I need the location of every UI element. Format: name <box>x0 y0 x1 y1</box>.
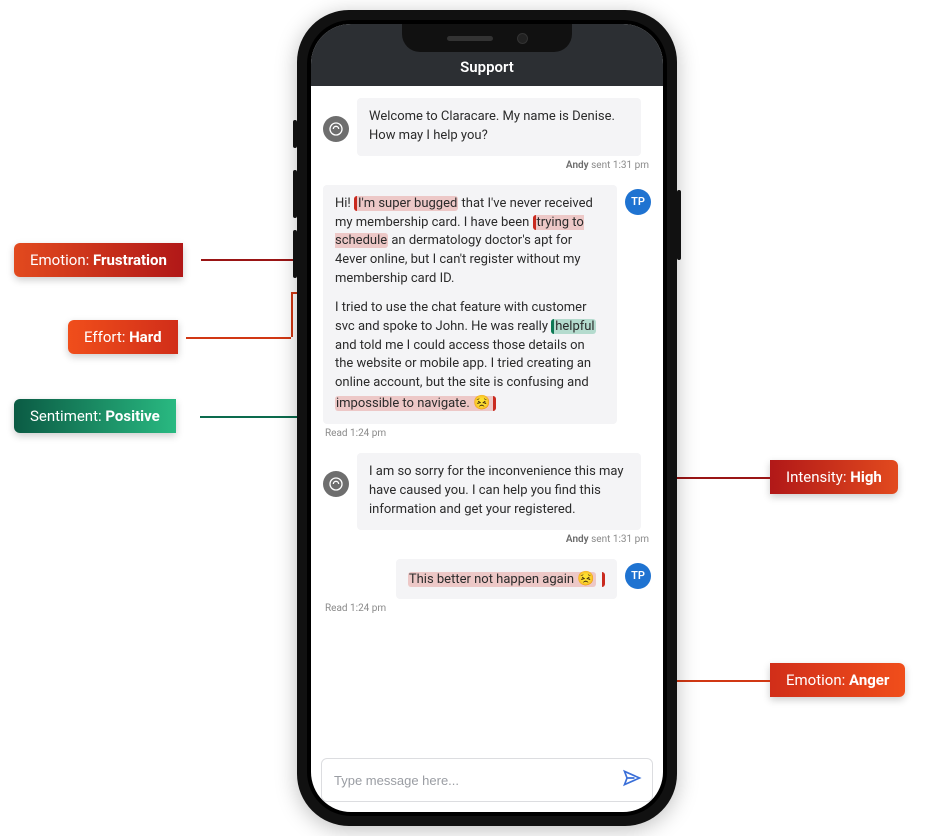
callout-value: Positive <box>105 407 159 425</box>
callout-label: Sentiment: <box>30 407 105 425</box>
emoji-frown-icon: 😣 <box>470 395 491 411</box>
message-row-user: This better not happen again 😣 TP <box>323 559 651 600</box>
avatar-user: TP <box>625 563 651 589</box>
phone-notch <box>402 24 572 52</box>
message-meta: Read 1:24 pm <box>325 428 649 439</box>
message-bubble: This better not happen again 😣 <box>396 559 617 600</box>
message-meta: Andy sent 1:31 pm <box>325 534 649 545</box>
avatar-initials: TP <box>631 569 645 582</box>
highlight-frustration: I'm super bugged <box>354 196 458 211</box>
callout-label: Intensity: <box>786 468 850 486</box>
send-icon <box>622 768 642 788</box>
send-button[interactable] <box>622 768 642 792</box>
page-title: Support <box>460 58 514 76</box>
text-fragment: and told me I could access those details… <box>335 338 591 391</box>
composer <box>321 758 653 802</box>
callout-label: Emotion: <box>30 251 93 269</box>
highlight-intensity: impossible to navigate. 😣 <box>335 396 496 411</box>
connector-line <box>291 292 293 337</box>
meta-sender: Andy <box>566 534 589 545</box>
camera-icon <box>517 33 528 44</box>
phone-frame: Support Welcome to Claracare. My name is… <box>297 10 677 826</box>
message-bubble: I am so sorry for the inconvenience this… <box>357 453 641 530</box>
message-bubble: Hi! I'm super bugged that I've never rec… <box>323 185 617 424</box>
meta-time: sent 1:31 pm <box>589 160 649 171</box>
callout-label: Emotion: <box>786 671 849 689</box>
avatar-agent <box>323 116 349 142</box>
text-fragment: impossible to navigate. <box>336 396 470 411</box>
message-meta: Read 1:24 pm <box>325 603 649 614</box>
callout-emotion-frustration: Emotion: Frustration <box>14 243 183 277</box>
callout-label: Effort: <box>84 328 129 346</box>
text-fragment: This better not happen again <box>409 572 577 587</box>
callout-intensity-high: Intensity: High <box>770 460 898 494</box>
meta-time: sent 1:31 pm <box>589 534 649 545</box>
phone-side-button <box>293 120 297 148</box>
message-text: Welcome to Claracare. My name is Denise.… <box>369 109 615 143</box>
callout-value: High <box>850 468 882 486</box>
phone-side-button <box>677 190 681 260</box>
message-input[interactable] <box>332 772 614 789</box>
phone-side-button <box>293 170 297 218</box>
callout-value: Anger <box>849 671 889 689</box>
callout-sentiment-positive: Sentiment: Positive <box>14 399 176 433</box>
connector-line <box>186 337 291 339</box>
highlight-anger-bar <box>596 572 605 587</box>
headset-icon <box>328 121 344 137</box>
message-row-agent: I am so sorry for the inconvenience this… <box>323 453 651 530</box>
avatar-user: TP <box>625 189 651 215</box>
avatar-initials: TP <box>631 195 645 208</box>
headset-icon <box>328 476 344 492</box>
message-bubble: Welcome to Claracare. My name is Denise.… <box>357 98 641 156</box>
avatar-agent <box>323 471 349 497</box>
phone-side-button <box>293 230 297 278</box>
message-meta: Andy sent 1:31 pm <box>325 160 649 171</box>
speaker-icon <box>447 36 493 41</box>
chat-scroll[interactable]: Welcome to Claracare. My name is Denise.… <box>311 86 663 748</box>
highlight-anger: This better not happen again 😣 <box>408 572 596 587</box>
message-row-agent: Welcome to Claracare. My name is Denise.… <box>323 98 651 156</box>
message-text: I am so sorry for the inconvenience this… <box>369 464 624 517</box>
phone-screen: Support Welcome to Claracare. My name is… <box>311 24 663 812</box>
callout-effort-hard: Effort: Hard <box>68 320 178 354</box>
text-fragment: Hi! <box>335 196 354 211</box>
highlight-positive: helpful <box>551 319 595 334</box>
text-fragment: I tried to use the chat feature with cus… <box>335 300 586 334</box>
callout-value: Frustration <box>93 251 167 269</box>
meta-sender: Andy <box>566 160 589 171</box>
callout-value: Hard <box>129 328 161 346</box>
callout-emotion-anger: Emotion: Anger <box>770 663 905 697</box>
emoji-angry-icon: 😣 <box>577 571 594 587</box>
message-row-user: Hi! I'm super bugged that I've never rec… <box>323 185 651 424</box>
